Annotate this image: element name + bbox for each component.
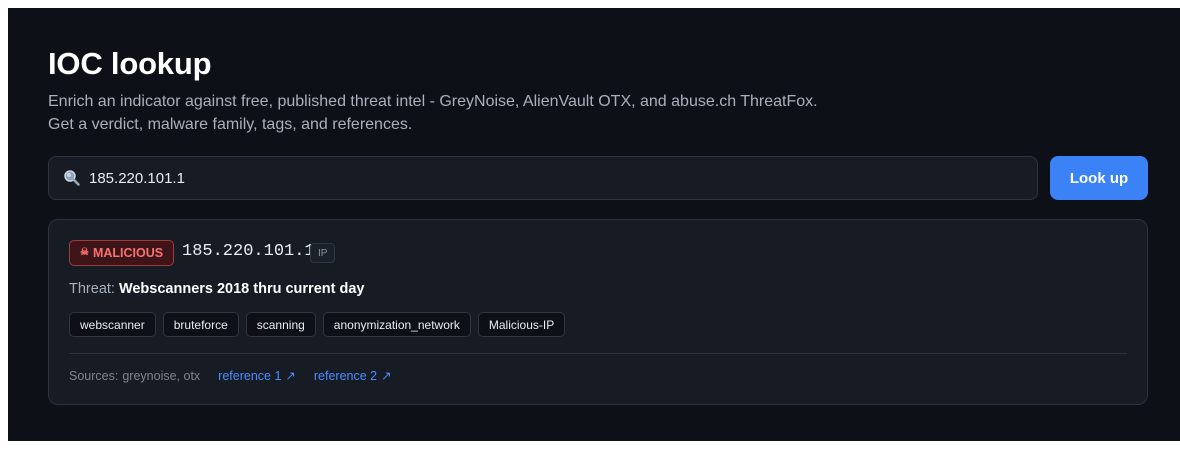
- page-title: IOC lookup: [48, 46, 212, 81]
- external-link-icon: ↗: [381, 369, 392, 383]
- verdict-badge: ☠ MALICIOUS: [69, 240, 175, 266]
- divider: [69, 353, 1127, 354]
- tag: Malicious-IP: [477, 312, 566, 337]
- threat-label: Threat:: [69, 281, 115, 297]
- skull-icon: ☠: [80, 247, 89, 258]
- search-input[interactable]: [89, 157, 1027, 199]
- ioc-lookup-panel: IOC lookup Enrich an indicator against f…: [8, 8, 1180, 441]
- tag: anonymization_network: [322, 312, 471, 337]
- page-subtitle: Enrich an indicator against free, publis…: [48, 93, 818, 133]
- reference-link-1[interactable]: reference 1 ↗: [218, 368, 296, 383]
- reference-link-2[interactable]: reference 2 ↗: [314, 368, 392, 383]
- tag-list: webscanner bruteforce scanning anonymiza…: [69, 312, 566, 337]
- reference-label: reference 1: [218, 369, 282, 383]
- indicator-value: 185.220.101.1: [182, 242, 315, 261]
- sources-value: greynoise, otx: [122, 368, 201, 383]
- external-link-icon: ↗: [285, 369, 296, 383]
- tag: scanning: [245, 312, 316, 337]
- tag: webscanner: [69, 312, 156, 337]
- tag: bruteforce: [162, 312, 239, 337]
- search-box[interactable]: [48, 156, 1038, 200]
- reference-label: reference 2: [313, 369, 378, 383]
- search-icon: [63, 169, 81, 187]
- indicator-type-badge: IP: [310, 243, 336, 263]
- result-card: ☠ MALICIOUS 185.220.101.1 IP Threat: Webs…: [48, 219, 1148, 405]
- threat-line: Threat: Webscanners 2018 thru current day: [69, 281, 364, 297]
- sources-label: Sources:: [69, 368, 119, 383]
- threat-name: Webscanners 2018 thru current day: [118, 281, 365, 297]
- sources-line: Sources: greynoise, otx reference 1 ↗ ref…: [69, 368, 392, 384]
- verdict-label: MALICIOUS: [92, 246, 164, 260]
- look-up-button[interactable]: Look up: [1050, 156, 1148, 200]
